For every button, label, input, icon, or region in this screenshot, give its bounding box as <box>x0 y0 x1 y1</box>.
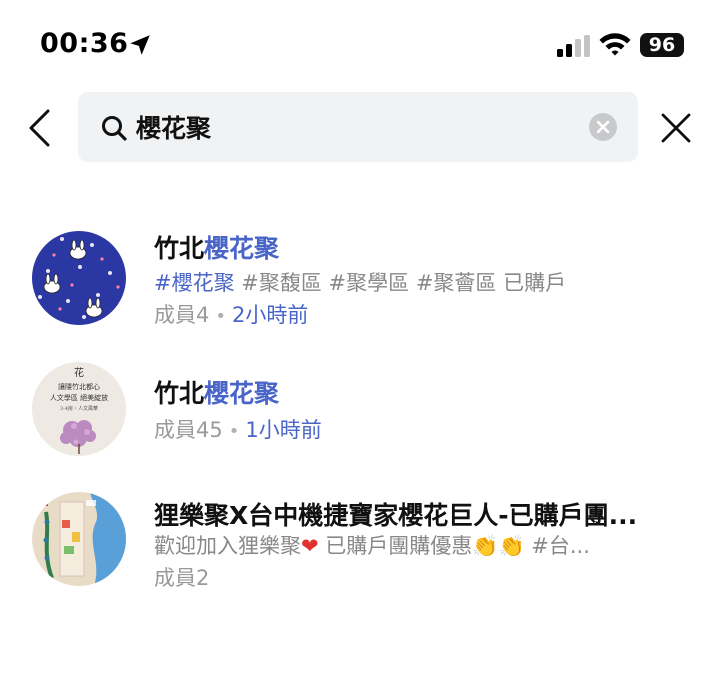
search-icon <box>102 116 127 141</box>
group-meta: 成員45 • 1小時前 <box>154 418 322 442</box>
battery-indicator: 96 <box>640 33 684 57</box>
group-title: 竹北櫻花聚 <box>154 234 280 263</box>
status-time: 00:36 <box>40 28 129 59</box>
search-result-item[interactable]: 花 讓隱竹北都心 人文學區 絕美綻放 3-4房・人文風華 竹北櫻花聚 成員45 •… <box>0 350 720 470</box>
member-count: 成員45 <box>154 418 223 442</box>
close-icon[interactable] <box>660 112 692 144</box>
search-input[interactable] <box>136 104 576 150</box>
search-bar[interactable] <box>78 92 638 162</box>
clear-search-icon[interactable] <box>588 112 618 142</box>
svg-text:3-4房・人文風華: 3-4房・人文風華 <box>60 405 98 412</box>
last-active-time: 1小時前 <box>245 418 322 442</box>
group-description: 歡迎加入狸樂聚❤ 已購戶團購優惠👏👏 #台... <box>154 534 590 558</box>
group-title: 狸樂聚X台中機捷寶家櫻花巨人-已購戶團... <box>154 501 638 530</box>
group-title: 竹北櫻花聚 <box>154 379 280 408</box>
search-result-item[interactable]: 狸樂聚X台中機捷寶家櫻花巨人-已購戶團... 歡迎加入狸樂聚❤ 已購戶團購優惠👏… <box>0 478 720 598</box>
group-meta: 成員2 <box>154 562 209 592</box>
clapping-hands-icon: 👏 <box>472 534 499 558</box>
heart-icon: ❤ <box>301 534 319 558</box>
cellular-signal-icon <box>557 35 590 57</box>
wifi-icon <box>599 33 631 56</box>
svg-text:人文學區 絕美綻放: 人文學區 絕美綻放 <box>50 393 108 402</box>
svg-text:花: 花 <box>74 366 84 379</box>
group-avatar: 花 讓隱竹北都心 人文學區 絕美綻放 3-4房・人文風華 <box>32 362 126 456</box>
last-active-time: 2小時前 <box>232 303 309 327</box>
group-tags: #櫻花聚 #聚馥區 #聚學區 #聚薈區 已購戶 <box>154 271 567 295</box>
group-meta: 成員4 • 2小時前 <box>154 303 309 327</box>
member-count: 成員4 <box>154 303 210 327</box>
search-result-item[interactable]: 竹北櫻花聚 #櫻花聚 #聚馥區 #聚學區 #聚薈區 已購戶 成員4 • 2小時前 <box>0 215 720 335</box>
svg-text:讓隱竹北都心: 讓隱竹北都心 <box>58 382 100 391</box>
location-arrow-icon <box>130 35 150 55</box>
member-count: 成員2 <box>154 566 210 590</box>
group-avatar <box>32 492 126 586</box>
group-avatar <box>32 231 126 325</box>
clapping-hands-icon: 👏 <box>498 534 525 558</box>
status-bar: 00:36 96 <box>0 0 720 90</box>
back-arrow-icon[interactable] <box>26 108 54 148</box>
